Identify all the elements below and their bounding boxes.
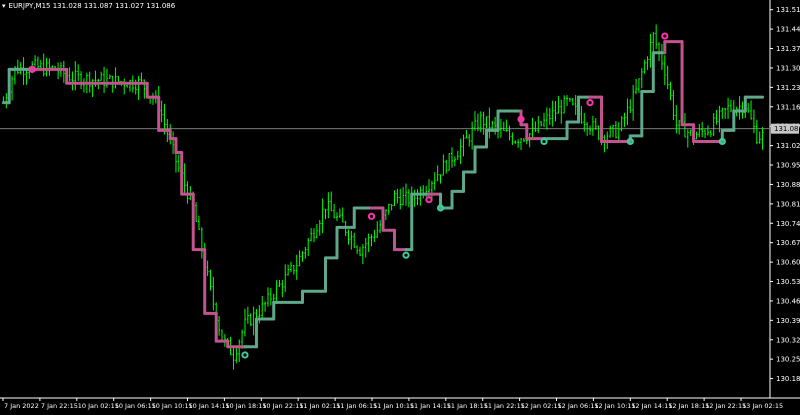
price-tick-label: 131.165 — [776, 103, 800, 111]
sell-signal-dot — [586, 99, 594, 107]
buy-signal-dot — [402, 251, 410, 259]
sell-signal-dot — [661, 32, 669, 40]
price-tick-label: 130.535 — [776, 278, 800, 286]
time-tick-label: 11 Jan 02:15 — [299, 402, 340, 410]
chart-title: ▾ EURJPY,M15 131.028 131.087 131.027 131.… — [2, 2, 175, 10]
price-tick-label: 130.465 — [776, 297, 800, 305]
price-tick-label: 131.445 — [776, 26, 800, 34]
time-tick-label: 7 Jan 22:15 — [41, 402, 78, 410]
time-tick-label: 13 Jan 02:15 — [742, 402, 783, 410]
price-tick-label: 130.675 — [776, 239, 800, 247]
chevron-down-icon[interactable]: ▾ — [2, 2, 6, 10]
time-tick-label: 12 Jan 06:15 — [558, 402, 599, 410]
time-tick-label: 10 Jan 14:15 — [189, 402, 230, 410]
buy-signal-dot — [540, 137, 548, 146]
price-tick-label: 130.605 — [776, 259, 800, 267]
time-tick-label: 10 Jan 02:15 — [78, 402, 119, 410]
price-tick-label: 130.815 — [776, 200, 800, 208]
sell-signal-dot — [367, 212, 376, 220]
price-tick-label: 131.515 — [776, 6, 800, 14]
price-chart[interactable]: 131.515 131.445 131.375 131.305 131.235 131.1… — [0, 0, 800, 411]
time-tick-label: 7 Jan 2022 — [4, 402, 39, 410]
price-tick-label: 130.885 — [776, 181, 800, 189]
time-tick-label: 11 Jan 22:15 — [484, 402, 525, 410]
price-tick-label: 131.375 — [776, 45, 800, 53]
time-tick-label: 11 Jan 14:15 — [410, 402, 451, 410]
price-tick-label: 130.955 — [776, 162, 800, 170]
price-tick-label: 130.255 — [776, 356, 800, 364]
time-tick-label: 12 Jan 14:15 — [631, 402, 672, 410]
price-tick-label: 131.235 — [776, 84, 800, 92]
time-tick-label: 12 Jan 10:15 — [594, 402, 635, 410]
time-tick-label: 10 Jan 10:15 — [152, 402, 193, 410]
time-tick-label: 12 Jan 18:15 — [668, 402, 709, 410]
chart-canvas[interactable]: 131.515 131.445 131.375 131.305 131.235 131.1… — [0, 0, 800, 411]
price-tick-label: 131.305 — [776, 64, 800, 72]
buy-signal-dot — [241, 351, 249, 359]
symbol-ohlc-readout: EURJPY,M15 131.028 131.087 131.027 131.0… — [8, 2, 176, 10]
time-tick-label: 12 Jan 02:15 — [521, 402, 562, 410]
time-tick-label: 12 Jan 22:15 — [705, 402, 746, 410]
time-tick-label: 11 Jan 10:15 — [373, 402, 414, 410]
price-tick-label: 131.025 — [776, 142, 800, 150]
price-tick-label: 130.395 — [776, 317, 800, 325]
price-tick-label: 130.325 — [776, 336, 800, 344]
time-tick-label: 10 Jan 22:15 — [262, 402, 303, 410]
time-tick-label: 11 Jan 18:15 — [447, 402, 488, 410]
price-tick-label: 130.185 — [776, 375, 800, 383]
time-tick-label: 10 Jan 18:15 — [225, 402, 266, 410]
sell-signal-dot — [425, 196, 433, 204]
time-tick-label: 10 Jan 06:15 — [115, 402, 156, 410]
price-tick-label: 130.745 — [776, 220, 800, 228]
current-price-label: 131.086 — [774, 125, 800, 133]
time-tick-label: 11 Jan 06:15 — [336, 402, 377, 410]
